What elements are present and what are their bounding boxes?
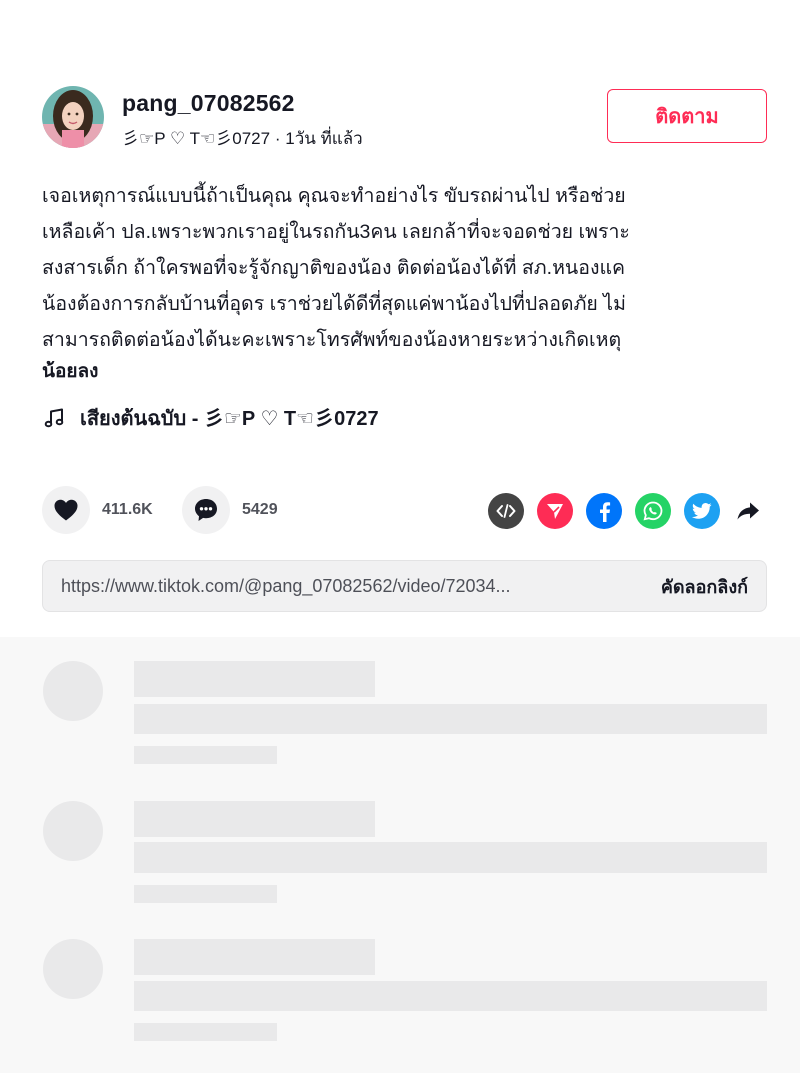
skeleton-bar [134,704,767,734]
like-count: 411.6K [102,501,153,518]
author-nickname: 彡☞P ♡ T☜彡0727 [122,129,271,148]
music-link[interactable]: เสียงต้นฉบับ - 彡☞P ♡ T☜彡0727 [42,402,379,434]
avatar[interactable] [42,86,104,148]
comments-loading-skeleton [0,637,800,1073]
skeleton-avatar [43,801,103,861]
separator-dot: · [274,129,286,148]
music-title: เสียงต้นฉบับ - 彡☞P ♡ T☜彡0727 [80,408,379,430]
heart-icon [54,499,78,521]
author-subline: 彡☞P ♡ T☜彡0727 · 1วัน ที่แล้ว [122,124,363,152]
like-action[interactable]: 411.6K [42,486,153,534]
avatar-image [42,86,104,148]
caption-line: สงสารเด็ก ถ้าใครพอที่จะรู้จักญาติของน้อง… [42,257,626,279]
post-time: 1วัน ที่แล้ว [285,129,363,148]
skeleton-bar [134,939,375,975]
send-icon[interactable] [537,493,573,529]
skeleton-bar [134,661,375,697]
like-button[interactable] [42,486,90,534]
caption-line: น้องต้องการกลับบ้านที่อุดร เราช่วยได้ดีท… [42,293,626,315]
author-username[interactable]: pang_07082562 [122,90,295,117]
show-less-button[interactable]: น้อยลง [42,356,98,386]
skeleton-bar [134,885,277,903]
whatsapp-icon[interactable] [635,493,671,529]
video-info-panel: pang_07082562 彡☞P ♡ T☜彡0727 · 1วัน ที่แล… [0,0,800,637]
skeleton-bar [134,981,767,1011]
embed-icon[interactable] [488,493,524,529]
skeleton-bar [134,842,767,873]
music-note-icon [44,408,64,428]
copy-link-button[interactable]: คัดลอกลิงก์ [661,572,748,601]
comment-button[interactable] [182,486,230,534]
caption-line: เจอเหตุการณ์แบบนี้ถ้าเป็นคุณ คุณจะทำอย่า… [42,185,626,207]
comment-count: 5429 [242,501,278,518]
video-url-text: https://www.tiktok.com/@pang_07082562/vi… [61,575,511,596]
comment-icon [195,499,217,521]
share-arrow-icon[interactable] [733,496,763,526]
video-caption: เจอเหตุการณ์แบบนี้ถ้าเป็นคุณ คุณจะทำอย่า… [42,178,772,358]
comment-action[interactable]: 5429 [182,486,278,534]
copy-link-box: https://www.tiktok.com/@pang_07082562/vi… [42,560,767,612]
skeleton-avatar [43,661,103,721]
follow-button[interactable]: ติดตาม [607,89,767,143]
skeleton-avatar [43,939,103,999]
skeleton-bar [134,801,375,837]
share-options [488,493,763,529]
facebook-icon[interactable] [586,493,622,529]
skeleton-bar [134,1023,277,1041]
caption-line: เหลือเค้า ปล.เพราะพวกเราอยู่ในรถกัน3คน เ… [42,221,630,243]
twitter-icon[interactable] [684,493,720,529]
caption-line: สามารถติดต่อน้องได้นะคะเพราะโทรศัพท์ของน… [42,329,622,351]
skeleton-bar [134,746,277,764]
